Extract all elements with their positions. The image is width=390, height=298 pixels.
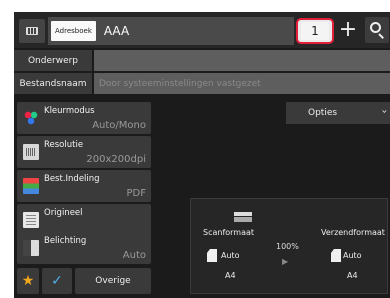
- setting-color-mode[interactable]: Kleurmodus Auto/Mono: [17, 102, 151, 134]
- star-icon: ★: [21, 273, 35, 289]
- setting-name: Best.Indeling: [44, 174, 100, 184]
- check-icon: ✓: [51, 273, 63, 289]
- setting-value: 200x200dpi: [86, 154, 146, 165]
- address-count-highlight[interactable]: 1: [296, 18, 334, 44]
- setting-name: Resolutie: [44, 140, 84, 150]
- setting-name: Belichting: [44, 236, 87, 246]
- top-bar: Adresboek AAA 1 +: [14, 12, 390, 48]
- address-book-tag[interactable]: Adresboek: [51, 21, 96, 41]
- send-size-paper: A4: [347, 271, 358, 280]
- color-mode-icon: [23, 110, 39, 126]
- filename-input[interactable]: Door systeeminstellingen vastgezet: [94, 73, 390, 94]
- address-count: 1: [301, 22, 329, 40]
- favorite-button[interactable]: ★: [17, 268, 39, 294]
- options-label: Opties: [308, 108, 338, 118]
- chevron-down-icon: ›: [378, 109, 390, 114]
- other-button[interactable]: Overige: [75, 268, 151, 294]
- setting-value: PDF: [126, 188, 146, 199]
- scan-size-paper: A4: [225, 271, 236, 280]
- scan-size-label: Scanformaat: [203, 228, 255, 237]
- setting-file-format[interactable]: Best.Indeling PDF: [17, 170, 151, 202]
- original-icon: [23, 212, 39, 228]
- setting-exposure[interactable]: Belichting Auto: [17, 232, 151, 264]
- setting-resolution[interactable]: Resolutie 200x200dpi: [17, 136, 151, 168]
- search-button[interactable]: [365, 17, 389, 43]
- filename-label: Bestandsnaam: [14, 73, 92, 94]
- add-address-icon[interactable]: +: [336, 16, 360, 44]
- setting-value: Auto/Mono: [92, 120, 146, 131]
- exposure-icon: [23, 240, 39, 256]
- scan-size-mode: Auto: [221, 251, 240, 260]
- document-icon: [331, 249, 341, 262]
- send-size-label: Verzendformaat: [321, 228, 385, 237]
- resolution-icon: [23, 144, 39, 160]
- arrow-right-icon: ▶: [282, 257, 289, 266]
- send-size-mode: Auto: [343, 251, 362, 260]
- subject-label: Onderwerp: [14, 50, 92, 71]
- options-tab[interactable]: Opties ›: [286, 102, 390, 124]
- scan-screen: Adresboek AAA 1 + Onderwerp Bestandsnaam…: [14, 12, 390, 298]
- confirm-button[interactable]: ✓: [42, 268, 72, 294]
- scan-size-panel[interactable]: Scanformaat Verzendformaat Auto A4 100% …: [190, 198, 388, 294]
- setting-name: Origineel: [44, 208, 83, 218]
- keyboard-button[interactable]: [19, 19, 45, 43]
- setting-name: Kleurmodus: [44, 106, 95, 116]
- address-field[interactable]: Adresboek AAA: [48, 17, 294, 45]
- ratio-value: 100%: [276, 242, 299, 251]
- search-icon: [370, 22, 381, 33]
- keyboard-icon: [26, 27, 38, 35]
- document-icon: [207, 249, 217, 262]
- subject-input[interactable]: [94, 50, 390, 71]
- scanner-icon: [234, 212, 252, 222]
- setting-value: Auto: [122, 250, 146, 261]
- file-format-icon: [23, 178, 39, 194]
- address-value: AAA: [103, 24, 130, 38]
